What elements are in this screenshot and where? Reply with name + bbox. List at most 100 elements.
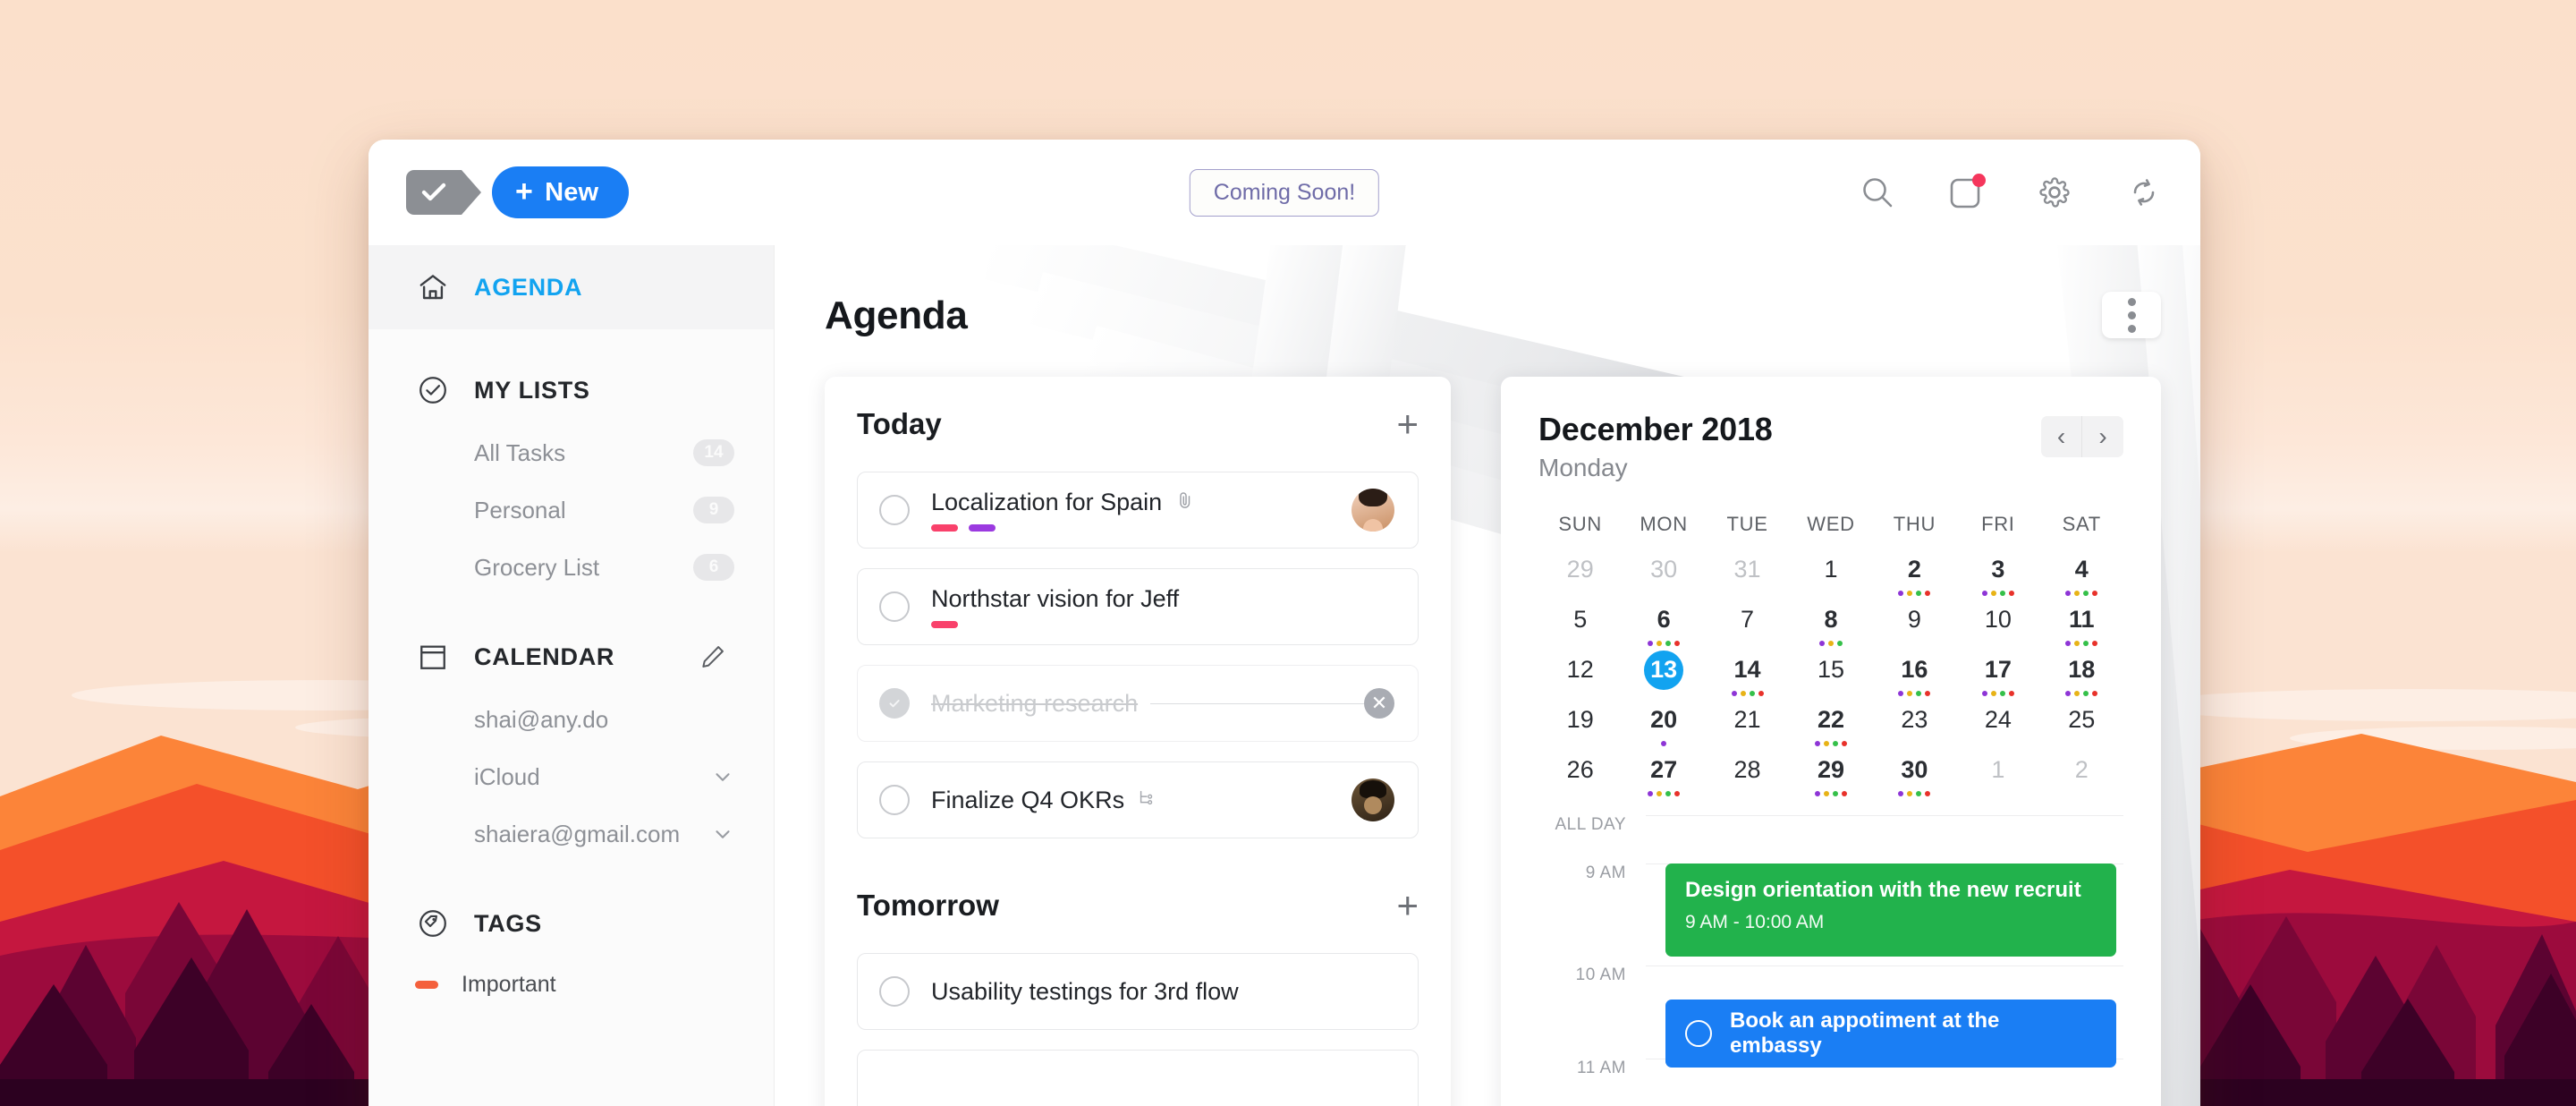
calendar-day-2[interactable]: 2 bbox=[1873, 549, 1956, 599]
calendar-day-13[interactable]: 13 bbox=[1622, 649, 1705, 699]
task-checkbox[interactable] bbox=[879, 976, 910, 1007]
task-checkbox[interactable] bbox=[879, 785, 910, 815]
search-icon[interactable] bbox=[1860, 175, 1894, 209]
task-checkbox[interactable] bbox=[879, 495, 910, 525]
calendar-event-title: Book an appotiment at the embassy bbox=[1730, 1008, 2000, 1058]
task-row[interactable]: Northstar vision for Jeff bbox=[857, 568, 1419, 645]
add-task-tomorrow-button[interactable]: + bbox=[1396, 887, 1419, 925]
sidebar-item-calendar[interactable]: CALENDAR bbox=[369, 623, 774, 691]
calendar-day-7[interactable]: 7 bbox=[1706, 599, 1789, 649]
chevron-right-icon[interactable]: › bbox=[2082, 416, 2123, 457]
calendar-day-number: 1 bbox=[1991, 756, 2005, 783]
calendar-day-3[interactable]: 3 bbox=[1956, 549, 2039, 599]
task-row[interactable]: Marketing research ✕ bbox=[857, 665, 1419, 742]
task-title: Marketing research bbox=[931, 689, 1139, 717]
calendar-day-number: 23 bbox=[1901, 706, 1928, 733]
calendar-day-number: 22 bbox=[1817, 706, 1844, 733]
calendar-day-18[interactable]: 18 bbox=[2040, 649, 2123, 699]
sidebar-item-tags[interactable]: TAGS bbox=[369, 889, 774, 957]
app-window: + New Coming Soon! AGENDA MY LISTS All T… bbox=[369, 140, 2200, 1106]
sidebar-account-shai-anydo[interactable]: shai@any.do bbox=[369, 691, 774, 748]
sidebar-item-personal-label: Personal bbox=[474, 496, 566, 523]
day-header: MON bbox=[1640, 513, 1688, 535]
tag-color-swatch bbox=[415, 980, 438, 989]
notifications-icon[interactable] bbox=[1950, 174, 1986, 208]
sidebar-item-grocery-list[interactable]: Grocery List 6 bbox=[369, 539, 774, 596]
chevron-left-icon[interactable]: ‹ bbox=[2041, 416, 2082, 457]
calendar-task-event[interactable]: Book an appotiment at the embassy bbox=[1665, 1000, 2116, 1068]
calendar-day-4[interactable]: 4 bbox=[2040, 549, 2123, 599]
calendar-day-10[interactable]: 10 bbox=[1956, 599, 2039, 649]
sidebar-item-all-tasks[interactable]: All Tasks 14 bbox=[369, 424, 774, 481]
calendar-day-27[interactable]: 27 bbox=[1622, 749, 1705, 799]
pencil-icon[interactable] bbox=[699, 642, 727, 671]
circle-checkbox-icon[interactable] bbox=[1685, 1020, 1712, 1047]
timeline-label: ALL DAY bbox=[1555, 815, 1626, 834]
anydo-check-logo[interactable] bbox=[406, 170, 481, 215]
task-row[interactable]: Localization for Spain bbox=[857, 472, 1419, 549]
coming-soon-button[interactable]: Coming Soon! bbox=[1189, 168, 1380, 217]
calendar-day-14[interactable]: 14 bbox=[1706, 649, 1789, 699]
sidebar-account-icloud[interactable]: iCloud bbox=[369, 748, 774, 805]
kebab-menu-icon[interactable] bbox=[2102, 292, 2161, 338]
task-row[interactable] bbox=[857, 1050, 1419, 1106]
sync-icon[interactable] bbox=[2127, 175, 2161, 209]
calendar-day-event-dots bbox=[1981, 690, 2014, 698]
calendar-day-17[interactable]: 17 bbox=[1956, 649, 2039, 699]
calendar-day-26[interactable]: 26 bbox=[1538, 749, 1622, 799]
sidebar-item-agenda-label: AGENDA bbox=[474, 273, 583, 301]
sidebar-item-agenda[interactable]: AGENDA bbox=[369, 245, 774, 329]
calendar-day-15[interactable]: 15 bbox=[1789, 649, 1872, 699]
add-task-today-button[interactable]: + bbox=[1396, 405, 1419, 444]
new-button-label: New bbox=[545, 177, 599, 207]
task-checkbox[interactable] bbox=[879, 688, 910, 719]
calendar-day-23[interactable]: 23 bbox=[1873, 699, 1956, 749]
calendar-day-12[interactable]: 12 bbox=[1538, 649, 1622, 699]
calendar-day-29[interactable]: 29 bbox=[1789, 749, 1872, 799]
calendar-day-6[interactable]: 6 bbox=[1622, 599, 1705, 649]
calendar-day-19[interactable]: 19 bbox=[1538, 699, 1622, 749]
sidebar-tag-important[interactable]: Important bbox=[369, 957, 774, 1011]
calendar-day-30[interactable]: 30 bbox=[1873, 749, 1956, 799]
calendar-day-event-dots bbox=[2065, 690, 2098, 698]
task-row[interactable]: Usability testings for 3rd flow bbox=[857, 953, 1419, 1030]
task-row[interactable]: Finalize Q4 OKRs bbox=[857, 761, 1419, 838]
calendar-day-16[interactable]: 16 bbox=[1873, 649, 1956, 699]
calendar-day-number: 27 bbox=[1650, 756, 1678, 783]
calendar-day-number: 17 bbox=[1984, 656, 2012, 683]
sidebar-item-my-lists[interactable]: MY LISTS bbox=[369, 356, 774, 424]
home-icon bbox=[415, 271, 451, 303]
timeline-label: 11 AM bbox=[1577, 1059, 1626, 1077]
calendar-day-8[interactable]: 8 bbox=[1789, 599, 1872, 649]
calendar-day-9[interactable]: 9 bbox=[1873, 599, 1956, 649]
calendar-day-number: 2 bbox=[1907, 556, 1921, 583]
calendar-day-20[interactable]: 20 bbox=[1622, 699, 1705, 749]
close-circle-icon[interactable]: ✕ bbox=[1364, 688, 1394, 719]
top-bar: + New Coming Soon! bbox=[369, 140, 2200, 245]
calendar-day-11[interactable]: 11 bbox=[2040, 599, 2123, 649]
sidebar-account-gmail[interactable]: shaiera@gmail.com bbox=[369, 805, 774, 863]
calendar-day-30[interactable]: 30 bbox=[1622, 549, 1705, 599]
calendar-day-1[interactable]: 1 bbox=[1956, 749, 2039, 799]
gear-icon[interactable] bbox=[2038, 175, 2072, 209]
sidebar-item-calendar-label: CALENDAR bbox=[474, 642, 615, 670]
task-checkbox[interactable] bbox=[879, 591, 910, 622]
calendar-day-1[interactable]: 1 bbox=[1789, 549, 1872, 599]
calendar-day-31[interactable]: 31 bbox=[1706, 549, 1789, 599]
calendar-day-22[interactable]: 22 bbox=[1789, 699, 1872, 749]
calendar-day-21[interactable]: 21 bbox=[1706, 699, 1789, 749]
chevron-down-icon[interactable] bbox=[711, 822, 734, 846]
sidebar-item-personal[interactable]: Personal 9 bbox=[369, 481, 774, 539]
new-button[interactable]: + New bbox=[492, 166, 630, 218]
sidebar-item-grocery-list-count: 6 bbox=[693, 554, 734, 581]
calendar-day-5[interactable]: 5 bbox=[1538, 599, 1622, 649]
calendar-day-number: 1 bbox=[1824, 556, 1838, 583]
calendar-event[interactable]: Design orientation with the new recruit … bbox=[1665, 864, 2116, 957]
calendar-day-2[interactable]: 2 bbox=[2040, 749, 2123, 799]
calendar-day-25[interactable]: 25 bbox=[2040, 699, 2123, 749]
sidebar-item-my-lists-label: MY LISTS bbox=[474, 376, 590, 404]
chevron-down-icon[interactable] bbox=[711, 765, 734, 788]
calendar-day-28[interactable]: 28 bbox=[1706, 749, 1789, 799]
calendar-day-24[interactable]: 24 bbox=[1956, 699, 2039, 749]
calendar-day-29[interactable]: 29 bbox=[1538, 549, 1622, 599]
